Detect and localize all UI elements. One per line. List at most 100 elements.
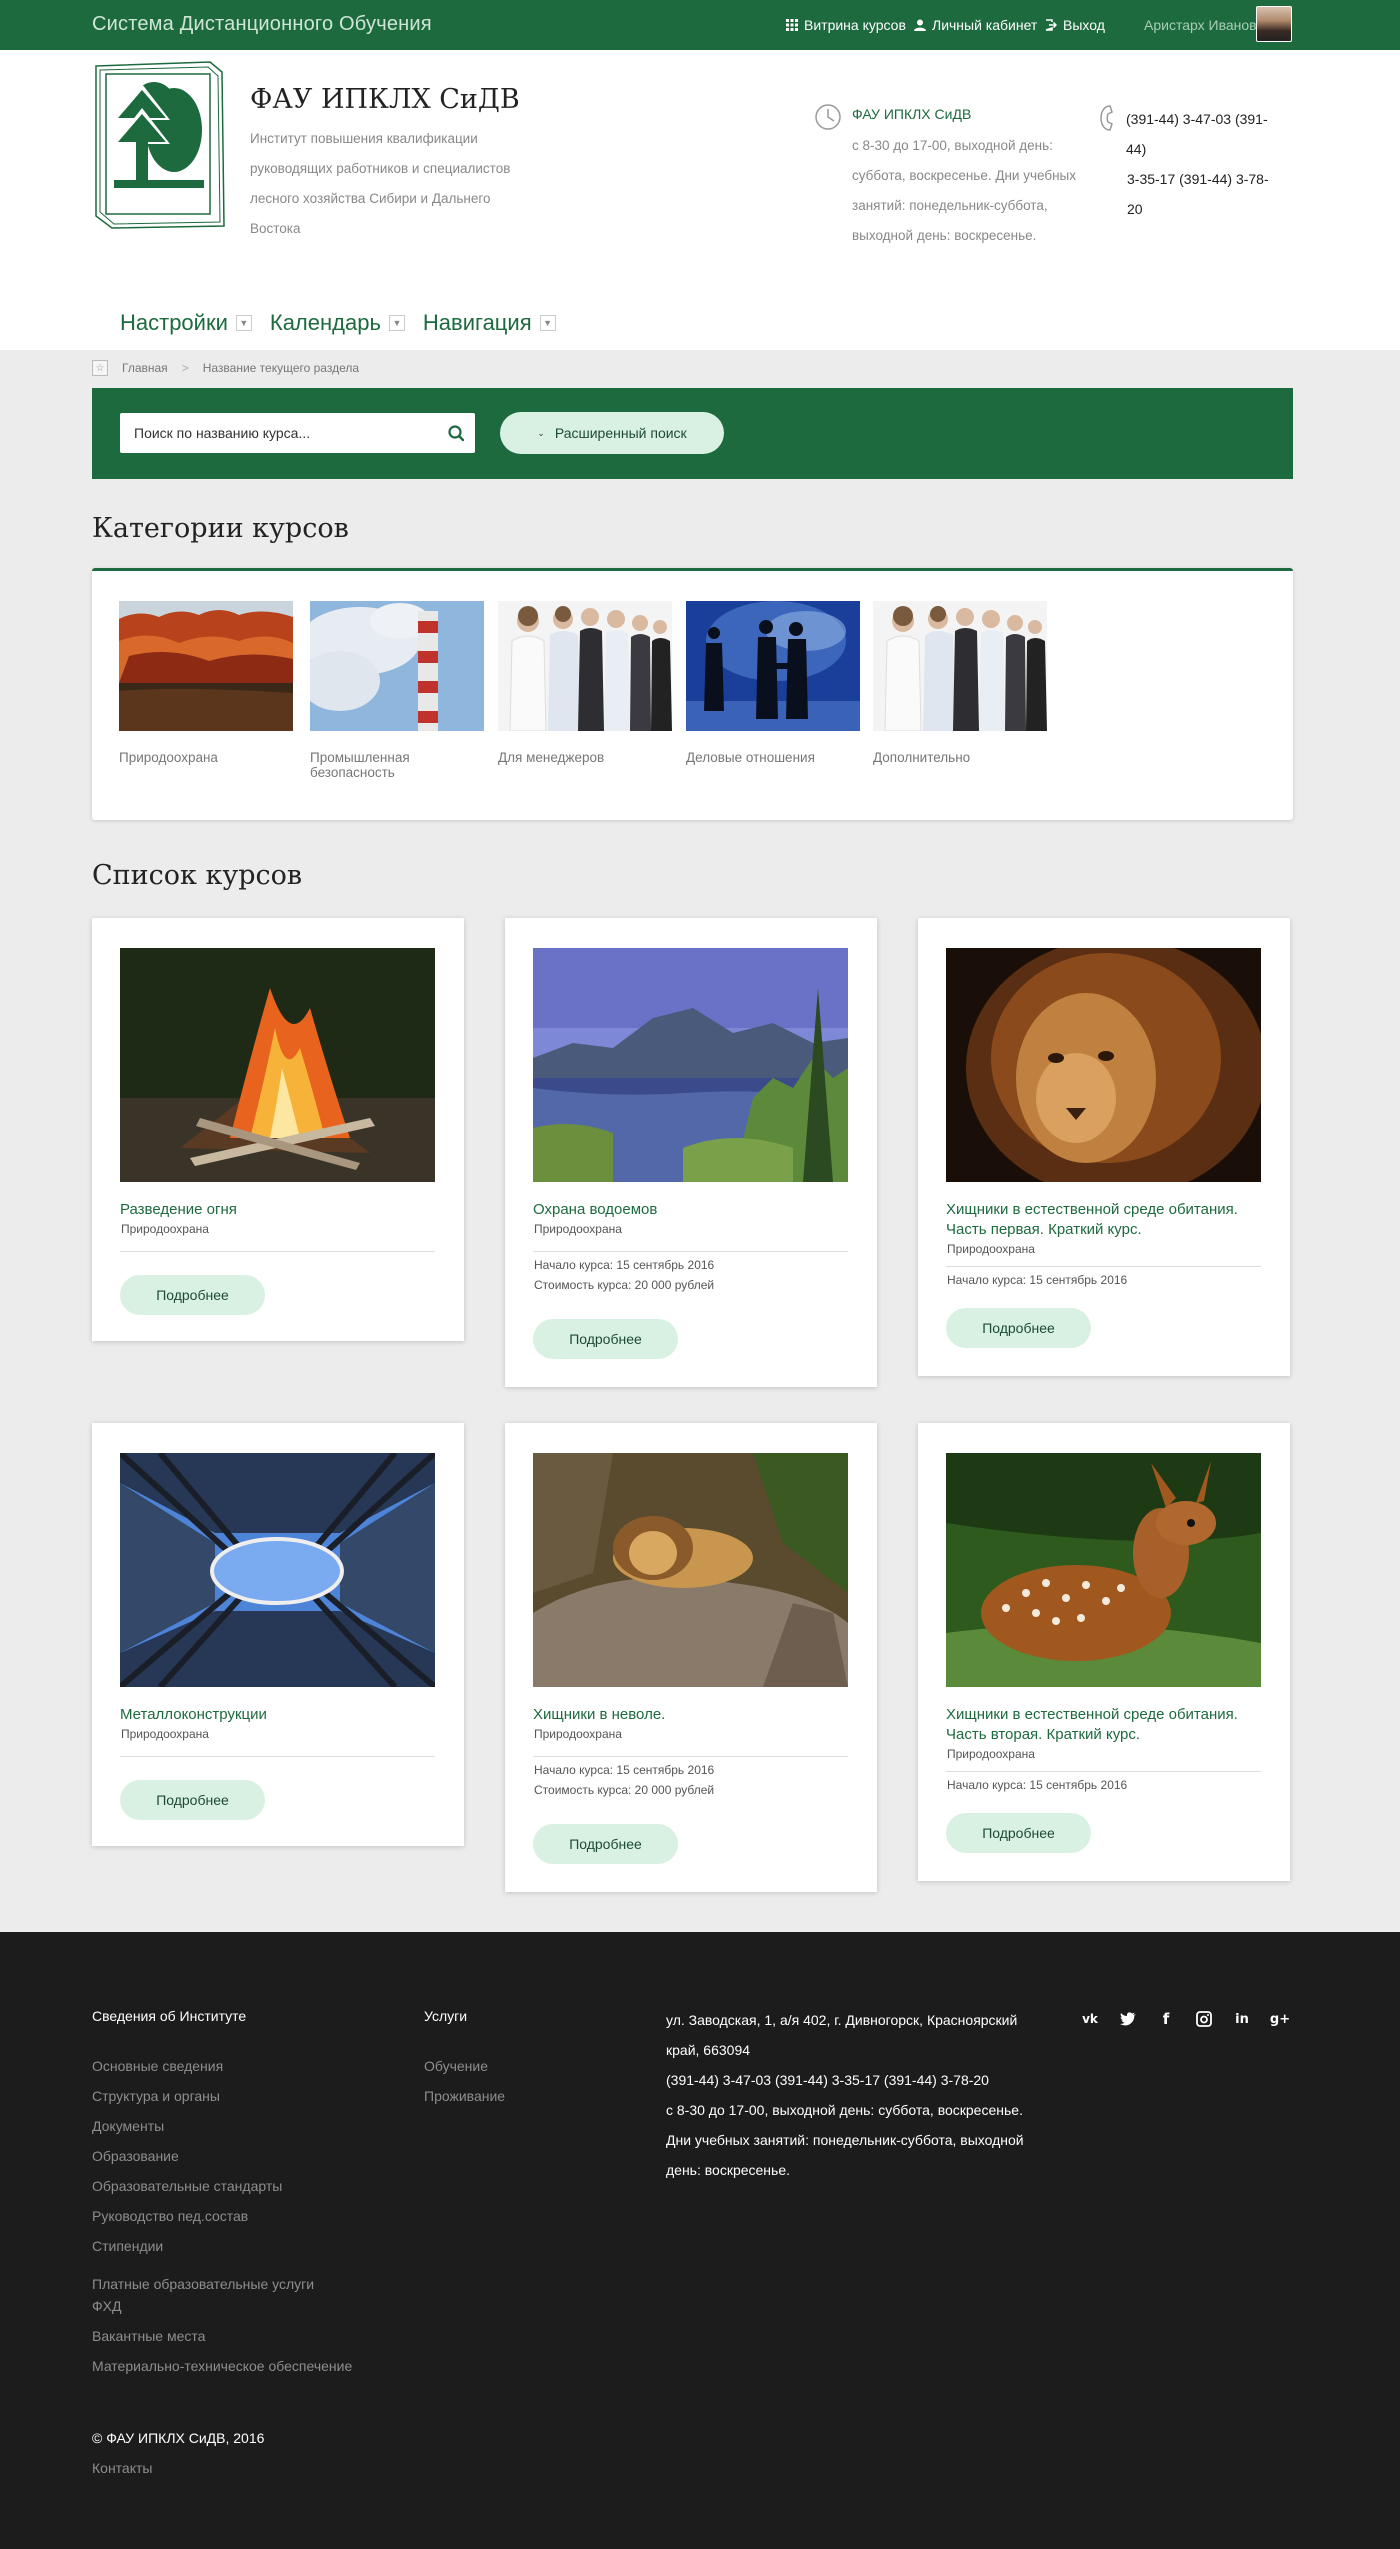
category-label: Для менеджеров	[498, 750, 605, 765]
course-showcase-link[interactable]: Витрина курсов	[786, 17, 906, 33]
course-image-lion-captivity[interactable]	[533, 1453, 848, 1687]
phone-2: 3-35-17 (391-44) 3-78-20	[1127, 171, 1269, 217]
categories-title: Категории курсов	[92, 513, 349, 544]
search-panel: ⌄ Расширенный поиск	[92, 388, 1293, 479]
logout-link[interactable]: Выход	[1045, 17, 1105, 33]
course-showcase-label: Витрина курсов	[804, 17, 906, 33]
category-item[interactable]: Дополнительно	[873, 601, 1049, 765]
footer-hours: с 8-30 до 17-00, выходной день: суббота,…	[666, 2102, 1024, 2178]
course-title[interactable]: Охрана водоемов	[533, 1200, 848, 1220]
site-footer: Сведения об Институте Основные сведения …	[0, 1932, 1400, 2549]
chevron-down-icon[interactable]: ▼	[388, 315, 405, 331]
category-image-business-relations	[686, 601, 860, 731]
footer-link[interactable]: Платные образовательные услуги	[92, 2276, 352, 2298]
instagram-icon[interactable]	[1194, 2009, 1214, 2029]
facebook-icon[interactable]: f	[1156, 2009, 1176, 2029]
course-image-metal-structure[interactable]	[120, 1453, 435, 1687]
footer-about-list: Основные сведения Структура и органы Док…	[92, 2058, 352, 2388]
nav-settings[interactable]: Настройки ▼	[120, 310, 252, 336]
search-icon[interactable]	[447, 424, 465, 442]
course-more-button[interactable]: Подробнее	[120, 1275, 265, 1315]
footer-link[interactable]: Проживание	[424, 2088, 505, 2118]
card-divider	[533, 1756, 848, 1757]
course-title[interactable]: Металлоконструкции	[120, 1705, 435, 1725]
footer-link[interactable]: Стипендии	[92, 2238, 352, 2276]
footer-services-list: Обучение Проживание	[424, 2058, 505, 2118]
site-title[interactable]: Система Дистанционного Обучения	[92, 13, 432, 36]
personal-cabinet-link[interactable]: Личный кабинет	[914, 17, 1037, 33]
footer-link[interactable]: Образовательные стандарты	[92, 2178, 352, 2208]
chevron-down-icon[interactable]: ▼	[235, 315, 252, 331]
nav-navigation[interactable]: Навигация ▼	[423, 310, 556, 336]
category-item[interactable]: Для менеджеров	[498, 601, 674, 765]
advanced-search-button[interactable]: ⌄ Расширенный поиск	[500, 412, 724, 454]
logo-icon[interactable]	[92, 60, 226, 230]
org-name: ФАУ ИПКЛХ СиДВ	[250, 84, 520, 115]
footer-link[interactable]: Вакантные места	[92, 2328, 352, 2358]
footer-link[interactable]: Обучение	[424, 2058, 505, 2088]
card-divider	[946, 1771, 1261, 1772]
logout-label: Выход	[1063, 17, 1105, 33]
category-image-additional	[873, 601, 1047, 732]
footer-link[interactable]: Руководство пед.состав	[92, 2208, 352, 2238]
breadcrumb-home[interactable]: Главная	[122, 361, 168, 375]
category-item[interactable]: Промышленная безопасность	[300, 601, 486, 780]
nav-settings-label: Настройки	[120, 310, 228, 335]
course-more-button[interactable]: Подробнее	[946, 1308, 1091, 1348]
nav-calendar[interactable]: Календарь ▼	[270, 310, 405, 336]
course-card: Хищники в естественной среде обитания. Ч…	[918, 1423, 1290, 1881]
course-info: Начало курса: 15 сентябрь 2016 Стоимость…	[534, 1760, 714, 1800]
course-more-button[interactable]: Подробнее	[120, 1780, 265, 1820]
category-item[interactable]: Природоохрана	[119, 601, 295, 765]
category-image-managers	[498, 601, 672, 732]
linkedin-icon[interactable]: in	[1232, 2009, 1252, 2029]
course-more-button[interactable]: Подробнее	[533, 1319, 678, 1359]
category-label: Природоохрана	[119, 750, 218, 765]
footer-link[interactable]: Образование	[92, 2148, 352, 2178]
footer-services-title: Услуги	[424, 2008, 468, 2024]
course-title[interactable]: Хищники в естественной среде обитания. Ч…	[946, 1200, 1261, 1240]
course-image-lion[interactable]	[946, 948, 1261, 1182]
grid-icon	[786, 19, 798, 31]
course-category: Природоохрана	[947, 1242, 1035, 1256]
card-divider	[946, 1266, 1261, 1267]
course-title[interactable]: Хищники в неволе.	[533, 1705, 848, 1725]
breadcrumb: ☆ Главная > Название текущего раздела	[92, 360, 359, 376]
course-more-button[interactable]: Подробнее	[946, 1813, 1091, 1853]
working-hours: с 8-30 до 17-00, выходной день: суббота,…	[852, 138, 1076, 243]
twitter-icon[interactable]	[1118, 2009, 1138, 2029]
clock-icon	[815, 104, 841, 130]
course-image-deer[interactable]	[946, 1453, 1261, 1687]
course-more-button[interactable]: Подробнее	[533, 1824, 678, 1864]
chevron-down-icon[interactable]: ▼	[539, 315, 556, 331]
user-name[interactable]: Аристарх Иванов	[1144, 17, 1257, 33]
search-input[interactable]	[120, 413, 420, 453]
hours-title[interactable]: ФАУ ИПКЛХ СиДВ	[852, 106, 971, 122]
course-image-lake[interactable]	[533, 948, 848, 1182]
footer-about-title: Сведения об Институте	[92, 2008, 247, 2024]
category-image-autumn-lake	[119, 601, 293, 731]
course-title[interactable]: Разведение огня	[120, 1200, 435, 1220]
contacts-link[interactable]: Контакты	[92, 2460, 152, 2476]
footer-link[interactable]: ФХД	[92, 2298, 352, 2328]
footer-link[interactable]: Материально-техническое обеспечение	[92, 2358, 352, 2388]
nav-navigation-label: Навигация	[422, 310, 532, 335]
avatar[interactable]	[1256, 6, 1292, 42]
home-icon[interactable]: ☆	[92, 360, 108, 376]
course-start: Начало курса: 15 сентябрь 2016	[947, 1273, 1128, 1287]
breadcrumb-separator: >	[181, 361, 189, 375]
vk-icon[interactable]: vk	[1080, 2009, 1100, 2029]
google-plus-icon[interactable]: g+	[1270, 2009, 1290, 2029]
chevron-down-icon: ⌄	[537, 427, 545, 438]
course-start: Начало курса: 15 сентябрь 2016	[534, 1258, 715, 1272]
course-image-campfire[interactable]	[120, 948, 435, 1182]
site-header: ФАУ ИПКЛХ СиДВ Институт повышения квалиф…	[0, 50, 1400, 350]
category-item[interactable]: Деловые отношения	[686, 601, 862, 765]
course-title[interactable]: Хищники в естественной среде обитания. Ч…	[946, 1705, 1261, 1745]
advanced-search-label: Расширенный поиск	[554, 425, 687, 441]
course-card: Охрана водоемов Природоохрана Начало кур…	[505, 918, 877, 1387]
copyright: © ФАУ ИПКЛХ СиДВ, 2016	[92, 2430, 265, 2446]
footer-link[interactable]: Структура и органы	[92, 2088, 352, 2118]
footer-link[interactable]: Документы	[92, 2118, 352, 2148]
footer-link[interactable]: Основные сведения	[92, 2058, 352, 2088]
